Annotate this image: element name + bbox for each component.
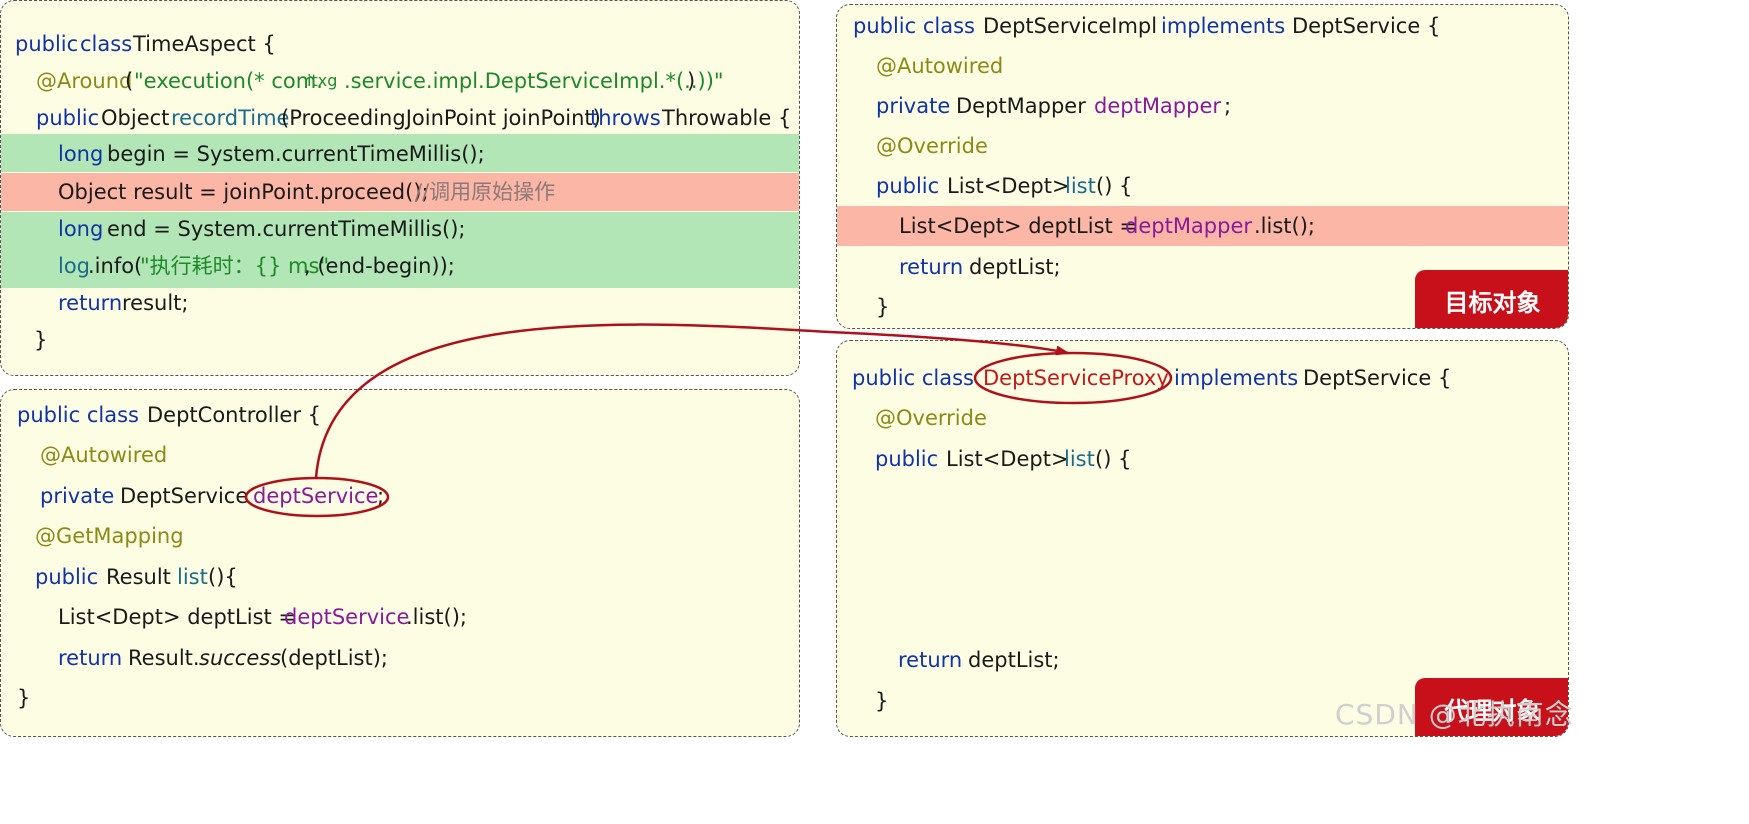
injection-arrow	[314, 323, 1070, 479]
watermark: CSDN @北执南念	[1335, 698, 1574, 731]
deptservice-field-highlight-ellipse	[244, 476, 390, 518]
proxy-class-highlight-ellipse	[973, 351, 1173, 405]
